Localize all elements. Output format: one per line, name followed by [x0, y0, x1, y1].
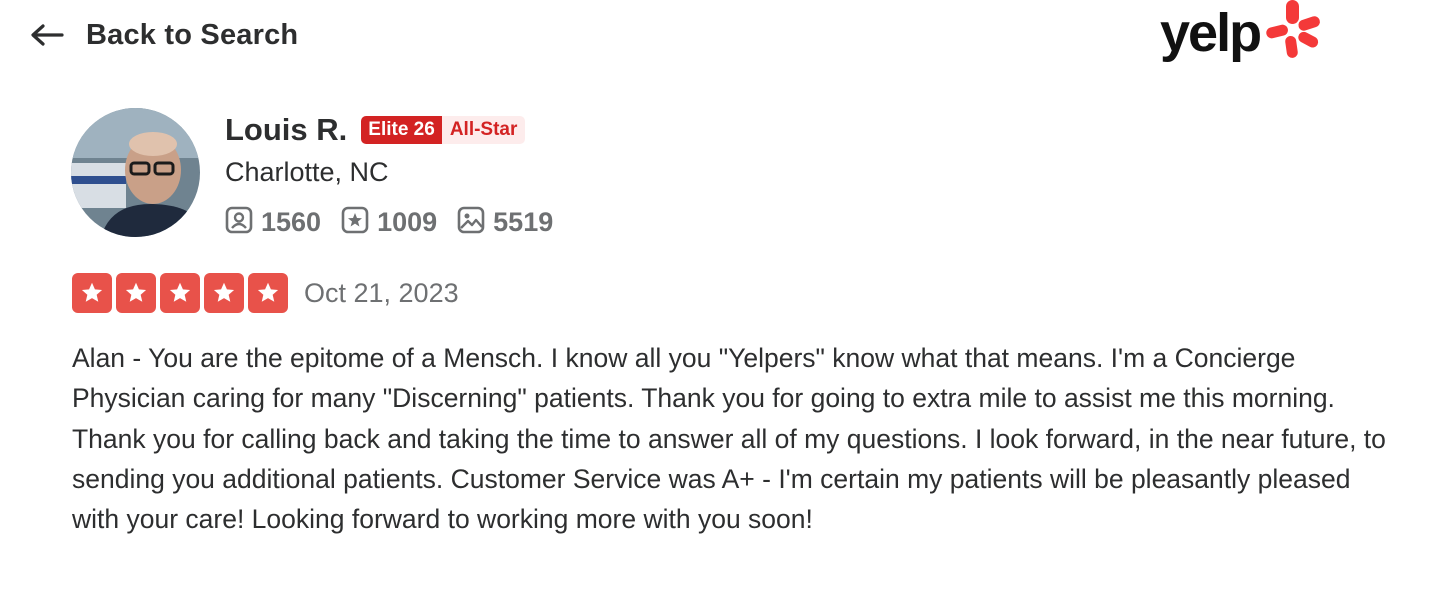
- elite-badges[interactable]: Elite 26 All-Star: [361, 115, 526, 145]
- star-icon: [248, 273, 288, 313]
- star-icon: [72, 273, 112, 313]
- yelp-burst-icon: [1260, 0, 1322, 65]
- back-to-search-label: Back to Search: [86, 18, 299, 51]
- star-icon: [204, 273, 244, 313]
- rating-row: Oct 21, 2023: [72, 273, 459, 313]
- friends-icon: [225, 206, 253, 239]
- star-icon: [160, 273, 200, 313]
- star-rating: [72, 273, 288, 313]
- reviews-count: 1009: [377, 206, 438, 237]
- photo-icon: [457, 206, 485, 239]
- arrow-left-icon: [30, 23, 64, 47]
- reviewer-avatar[interactable]: [71, 108, 200, 237]
- star-icon: [116, 273, 156, 313]
- reviews-stat: 1009: [341, 206, 437, 239]
- friends-stat: 1560: [225, 206, 321, 239]
- back-to-search-link[interactable]: Back to Search: [30, 14, 298, 56]
- review-text: Alan - You are the epitome of a Mensch. …: [72, 343, 1386, 535]
- review-page: Back to Search yelp Louis R. Elite 26 Al…: [0, 0, 1446, 592]
- yelp-logo-text: yelp: [1160, 3, 1262, 63]
- reviewer-stats: 1560 1009 5519: [225, 203, 553, 241]
- yelp-logo[interactable]: yelp: [1160, 0, 1330, 70]
- reviewer-location: Charlotte, NC: [225, 157, 389, 187]
- review-date: Oct 21, 2023: [304, 277, 459, 308]
- review-star-icon: [341, 206, 369, 239]
- elite-badge: Elite 26: [361, 115, 442, 145]
- allstar-badge: All-Star: [441, 115, 526, 145]
- reviewer-name-row: Louis R. Elite 26 All-Star: [225, 110, 526, 150]
- reviewer-name[interactable]: Louis R.: [225, 112, 347, 148]
- photos-stat: 5519: [457, 206, 553, 239]
- friends-count: 1560: [261, 206, 322, 237]
- photos-count: 5519: [493, 206, 554, 237]
